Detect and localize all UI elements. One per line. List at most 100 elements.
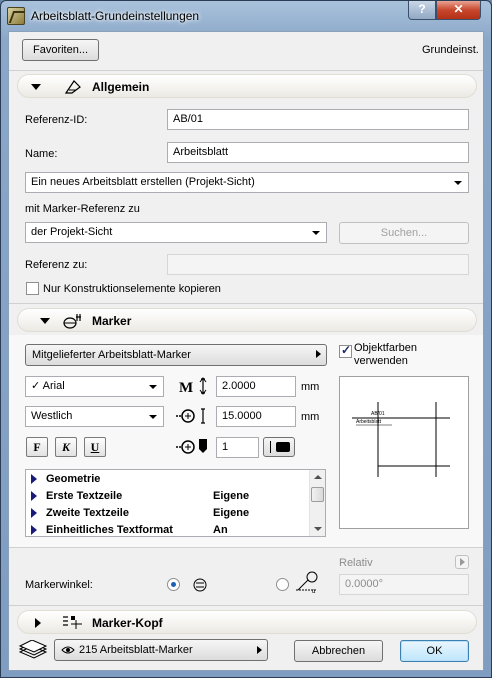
svg-text:α: α	[312, 589, 316, 594]
preview-name-text: Arbeitsblatt	[356, 419, 382, 425]
section-marker-title: Marker	[92, 314, 132, 328]
creation-mode-value: Ein neues Arbeitsblatt erstellen (Projek…	[31, 176, 255, 188]
svg-text:M: M	[179, 380, 193, 395]
section-marker-header[interactable]: Marker	[17, 308, 477, 332]
custom-angle-icon: α	[296, 571, 318, 594]
underline-button[interactable]: U	[84, 437, 106, 457]
reference-to-input[interactable]	[167, 254, 469, 275]
dialog-body: Favoriten... Grundeinst. Allgemein Refer…	[8, 31, 484, 671]
offset-icon	[176, 408, 205, 424]
expand-triangle-icon[interactable]	[31, 508, 37, 518]
scroll-thumb[interactable]	[311, 487, 324, 502]
anchor-value: Westlich	[31, 410, 73, 422]
marker-head-icon	[63, 616, 82, 629]
font-select[interactable]: ✓ Arial	[25, 376, 164, 397]
copy-construction-checkbox[interactable]	[26, 282, 39, 295]
help-button[interactable]: ?	[408, 1, 436, 20]
list-scrollbar[interactable]	[309, 470, 325, 536]
section-general-title: Allgemein	[92, 80, 150, 94]
favorites-button[interactable]: Favoriten...	[22, 39, 99, 61]
app-icon	[7, 7, 25, 25]
layer-value: 215 Arbeitsblatt-Marker	[79, 644, 193, 656]
marker-preview: AB/01 Arbeitsblatt	[339, 376, 469, 529]
object-colors-label-2: verwenden	[354, 355, 408, 367]
offset-input[interactable]: 15.0000	[216, 406, 296, 427]
relative-toggle-button[interactable]	[455, 555, 469, 569]
search-button[interactable]: Suchen...	[339, 222, 469, 244]
list-item[interactable]: Einheitliches Textformat An	[26, 522, 311, 536]
pen-icon	[176, 439, 207, 454]
marker-settings-list[interactable]: Geometrie Erste Textzeile Eigene Zweite …	[25, 469, 326, 537]
ok-button[interactable]: OK	[400, 640, 469, 662]
layer-select[interactable]: 215 Arbeitsblatt-Marker	[54, 639, 268, 661]
chevron-down-icon	[454, 181, 462, 185]
expand-triangle-icon[interactable]	[31, 474, 37, 484]
marker-ref-select[interactable]: der Projekt-Sicht	[25, 222, 327, 243]
chevron-right-icon	[257, 646, 262, 654]
chevron-right-icon	[316, 350, 321, 358]
divider	[9, 605, 483, 606]
scroll-up-icon[interactable]	[314, 475, 322, 479]
scroll-down-icon[interactable]	[314, 527, 322, 531]
chevron-down-icon	[312, 231, 320, 235]
defaults-label: Grundeinst.	[422, 44, 479, 56]
close-button[interactable]: ✕	[436, 1, 481, 20]
divider	[9, 303, 483, 304]
marker-preview-drawing: AB/01 Arbeitsblatt	[352, 387, 450, 519]
font-value: Arial	[42, 380, 65, 392]
pen-divider	[270, 441, 271, 453]
marker-icon	[63, 314, 81, 329]
preview-ref-text: AB/01	[371, 411, 385, 417]
eye-icon	[61, 646, 75, 654]
general-settings-icon	[64, 80, 81, 94]
font-check-icon: ✓	[31, 380, 41, 392]
text-size-icon: M	[179, 377, 207, 395]
offset-unit: mm	[301, 411, 320, 423]
horizontal-angle-icon	[193, 578, 207, 592]
pen-color-swatch	[276, 442, 290, 452]
expand-triangle-icon[interactable]	[31, 525, 37, 535]
expand-triangle-icon[interactable]	[31, 491, 37, 501]
marker-angle-input[interactable]: 0.0000°	[339, 574, 469, 595]
section-marker-head-title: Marker-Kopf	[92, 616, 163, 630]
list-item[interactable]: Zweite Textzeile Eigene	[26, 505, 311, 522]
divider	[9, 70, 483, 71]
list-item[interactable]: Erste Textzeile Eigene	[26, 488, 311, 505]
chevron-down-icon	[149, 385, 157, 389]
ref-id-label: Referenz-ID:	[25, 114, 88, 126]
title-bar[interactable]: Arbeitsblatt-Grundeinstellungen ? ✕	[1, 1, 491, 31]
collapse-triangle-icon[interactable]	[31, 84, 41, 90]
bold-button[interactable]: F	[26, 437, 48, 457]
dialog-window: Arbeitsblatt-Grundeinstellungen ? ✕ Favo…	[0, 0, 492, 678]
marker-type-button[interactable]: Mitgelieferter Arbeitsblatt-Marker	[25, 344, 327, 366]
chevron-right-icon	[460, 558, 465, 566]
name-input[interactable]: Arbeitsblatt	[167, 142, 469, 163]
angle-custom-radio[interactable]	[276, 578, 289, 591]
expand-triangle-icon[interactable]	[35, 618, 41, 628]
angle-horizontal-radio[interactable]	[167, 578, 180, 591]
copy-construction-label: Nur Konstruktionselemente kopieren	[43, 283, 221, 295]
chevron-down-icon	[149, 415, 157, 419]
object-colors-label-1: Objektfarben	[354, 342, 417, 354]
window-title: Arbeitsblatt-Grundeinstellungen	[31, 9, 200, 23]
text-size-unit: mm	[301, 381, 320, 393]
list-item[interactable]: Geometrie	[26, 471, 311, 488]
pen-color-button[interactable]	[263, 437, 295, 457]
text-size-input[interactable]: 2.0000	[216, 376, 296, 397]
cancel-button[interactable]: Abbrechen	[294, 640, 383, 662]
object-colors-checkbox[interactable]	[339, 343, 352, 358]
relative-label: Relativ	[339, 557, 373, 569]
marker-ref-label: mit Marker-Referenz zu	[25, 203, 140, 215]
section-general-header[interactable]: Allgemein	[17, 74, 477, 98]
marker-angle-label: Markerwinkel:	[25, 579, 93, 591]
reference-to-label: Referenz zu:	[25, 259, 88, 271]
marker-type-value: Mitgelieferter Arbeitsblatt-Marker	[32, 349, 191, 361]
collapse-triangle-icon[interactable]	[40, 318, 50, 324]
creation-mode-select[interactable]: Ein neues Arbeitsblatt erstellen (Projek…	[25, 172, 469, 193]
section-marker-head-header[interactable]: Marker-Kopf	[17, 610, 477, 634]
italic-button[interactable]: K	[55, 437, 77, 457]
pen-number-input[interactable]: 1	[216, 437, 259, 458]
anchor-select[interactable]: Westlich	[25, 406, 164, 427]
ref-id-input[interactable]: AB/01	[167, 109, 469, 130]
name-label: Name:	[25, 148, 58, 160]
